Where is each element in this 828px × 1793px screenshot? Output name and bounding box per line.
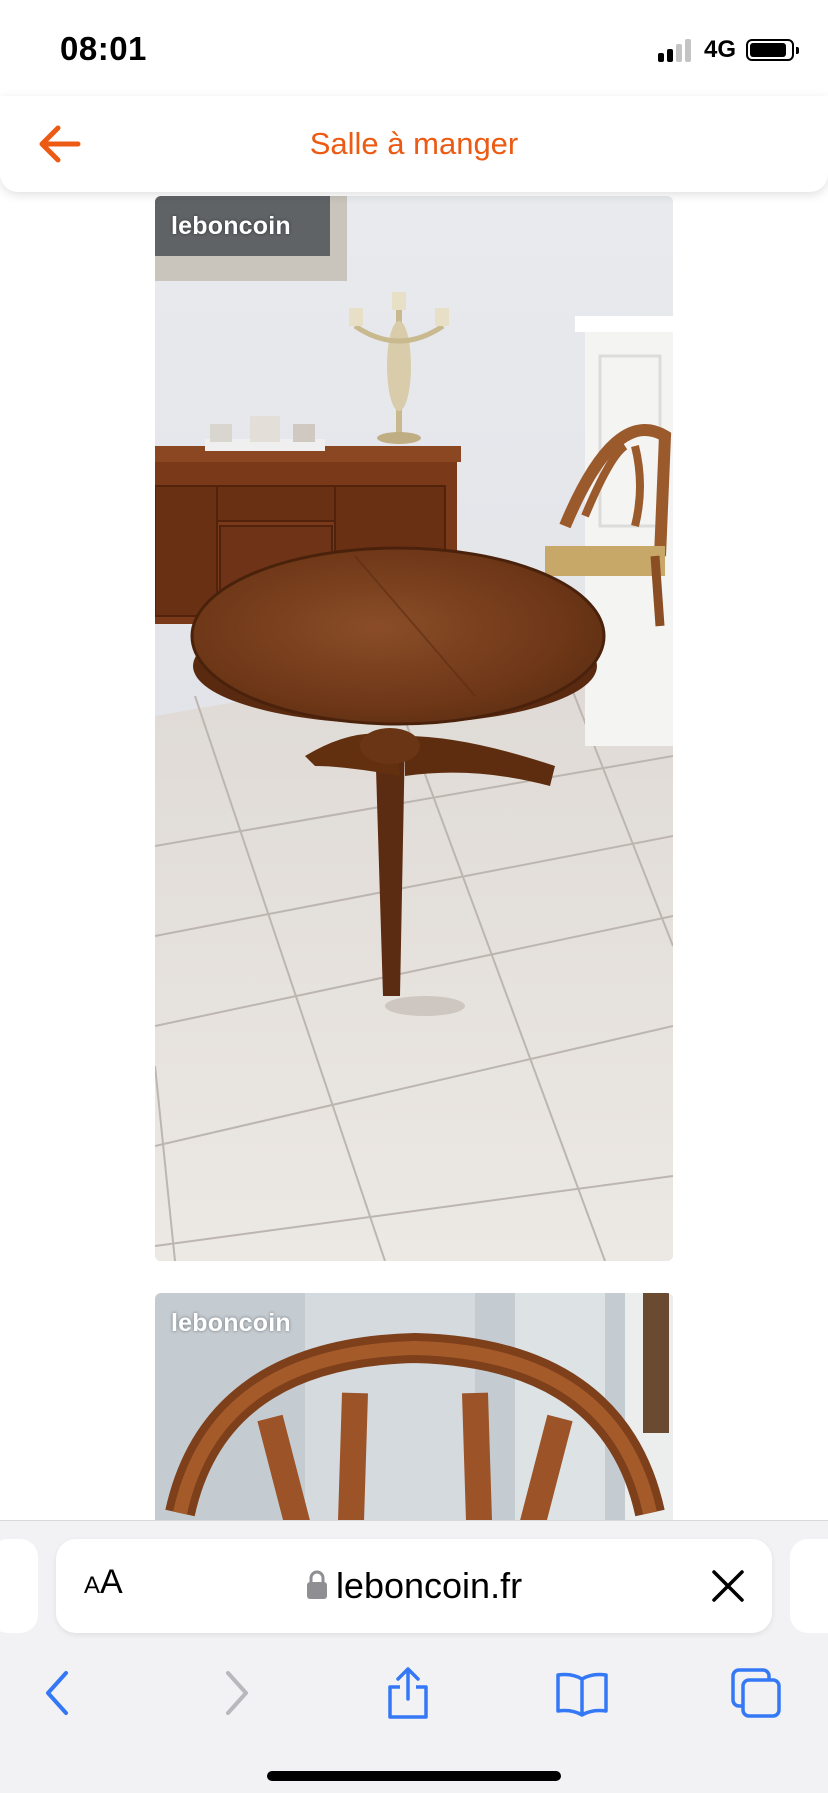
photo-watermark: leboncoin — [171, 1309, 291, 1337]
status-time: 08:01 — [60, 30, 147, 67]
browser-toolbar — [0, 1643, 828, 1743]
close-button[interactable] — [710, 1568, 746, 1604]
cellular-signal-icon — [657, 38, 694, 62]
back-nav-button[interactable] — [30, 1665, 86, 1721]
url-display[interactable]: leboncoin.fr — [56, 1565, 772, 1607]
home-indicator[interactable] — [267, 1771, 561, 1781]
chevron-right-icon — [226, 1671, 248, 1715]
share-icon — [388, 1667, 428, 1719]
tabs-icon — [731, 1668, 781, 1718]
close-icon — [712, 1570, 744, 1602]
previous-tab-preview[interactable] — [0, 1539, 38, 1633]
status-bar: 08:01 4G — [0, 0, 828, 96]
tabs-button[interactable] — [728, 1665, 784, 1721]
status-indicators: 4G — [657, 36, 799, 64]
gallery-photo-table[interactable]: leboncoin — [155, 196, 673, 1261]
bookmarks-icon — [556, 1672, 608, 1717]
battery-icon — [746, 39, 799, 61]
gallery-photo-chair[interactable]: leboncoin — [155, 1293, 673, 1520]
browser-bar: AA leboncoin.fr — [0, 1520, 828, 1793]
lock-icon — [306, 1567, 328, 1599]
photo-watermark: leboncoin — [171, 212, 291, 240]
photo-gallery[interactable]: leboncoin leboncoin — [0, 192, 828, 1520]
chevron-left-icon — [46, 1671, 68, 1715]
table-photo — [155, 196, 673, 1261]
forward-nav-button[interactable] — [208, 1665, 264, 1721]
address-bar[interactable]: AA leboncoin.fr — [56, 1539, 772, 1633]
page-title: Salle à manger — [309, 126, 519, 161]
app-header: Salle à manger — [0, 96, 828, 192]
share-button[interactable] — [380, 1665, 436, 1721]
next-tab-preview[interactable] — [790, 1539, 828, 1633]
bookmarks-button[interactable] — [554, 1665, 610, 1721]
url-text: leboncoin.fr — [335, 1565, 523, 1606]
network-type: 4G — [703, 36, 736, 63]
